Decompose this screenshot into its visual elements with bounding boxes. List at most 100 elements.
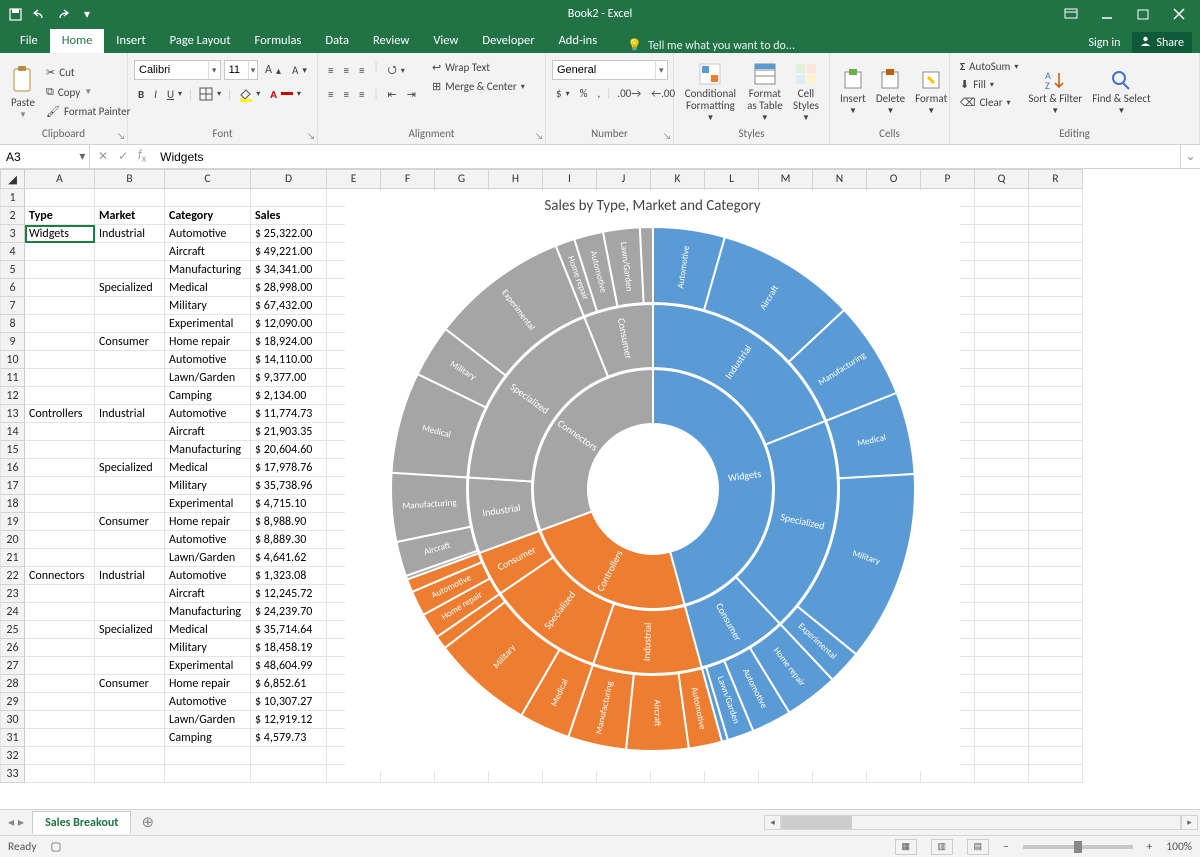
minimize-icon[interactable]: [1100, 7, 1114, 21]
cell-D12[interactable]: $ 2,134.00: [251, 387, 327, 405]
copy-button[interactable]: ⧉Copy▼: [42, 84, 134, 100]
cell-C31[interactable]: Camping: [165, 729, 251, 747]
cell-A6[interactable]: [25, 279, 95, 297]
align-top-icon[interactable]: ≡: [324, 60, 337, 81]
cell-B31[interactable]: [95, 729, 165, 747]
ribbon-tab-data[interactable]: Data: [313, 29, 361, 53]
normal-view-icon[interactable]: ▦: [895, 839, 917, 855]
cell-B2[interactable]: Market: [95, 207, 165, 225]
row-header[interactable]: 30: [1, 711, 25, 729]
cell-Q6[interactable]: [975, 279, 1029, 297]
decrease-indent-icon[interactable]: ⇤: [384, 87, 401, 102]
cell-C26[interactable]: Military: [165, 639, 251, 657]
row-header[interactable]: 6: [1, 279, 25, 297]
cell-R2[interactable]: [1029, 207, 1083, 225]
zoom-in-button[interactable]: +: [1147, 840, 1153, 854]
cell-B13[interactable]: Industrial: [95, 405, 165, 423]
cell-R3[interactable]: [1029, 225, 1083, 243]
fx-icon[interactable]: fx: [138, 148, 146, 164]
cell-C19[interactable]: Home repair: [165, 513, 251, 531]
cell-B21[interactable]: [95, 549, 165, 567]
cell-Q18[interactable]: [975, 495, 1029, 513]
cell-Q13[interactable]: [975, 405, 1029, 423]
cell-Q20[interactable]: [975, 531, 1029, 549]
cell-A29[interactable]: [25, 693, 95, 711]
cell-C10[interactable]: Automotive: [165, 351, 251, 369]
number-format-combo[interactable]: ▾: [552, 60, 668, 80]
cell-A18[interactable]: [25, 495, 95, 513]
col-header-D[interactable]: D: [251, 170, 327, 189]
cell-B4[interactable]: [95, 243, 165, 261]
increase-decimal-icon[interactable]: .00→: [613, 86, 645, 101]
cell-A22[interactable]: Connectors: [25, 567, 95, 585]
zoom-slider[interactable]: [1023, 845, 1133, 849]
cell-C32[interactable]: [165, 747, 251, 765]
cell-D1[interactable]: [251, 189, 327, 207]
cell-D23[interactable]: $ 12,245.72: [251, 585, 327, 603]
dialog-launcher-icon[interactable]: ↘: [535, 131, 543, 142]
cell-B28[interactable]: Consumer: [95, 675, 165, 693]
enter-formula-icon[interactable]: ✓: [118, 149, 128, 164]
cell-Q22[interactable]: [975, 567, 1029, 585]
cell-Q15[interactable]: [975, 441, 1029, 459]
col-header-M[interactable]: M: [759, 170, 813, 189]
cell-A25[interactable]: [25, 621, 95, 639]
cell-D24[interactable]: $ 24,239.70: [251, 603, 327, 621]
align-bottom-icon[interactable]: ≡: [355, 60, 368, 81]
cell-B22[interactable]: Industrial: [95, 567, 165, 585]
ribbon-tab-home[interactable]: Home: [50, 29, 105, 53]
cell-A30[interactable]: [25, 711, 95, 729]
cell-R29[interactable]: [1029, 693, 1083, 711]
cell-C27[interactable]: Experimental: [165, 657, 251, 675]
tell-me-search[interactable]: 💡Tell me what you want to do...: [627, 38, 795, 53]
cell-D3[interactable]: $ 25,322.00: [251, 225, 327, 243]
cell-D8[interactable]: $ 12,090.00: [251, 315, 327, 333]
cell-B32[interactable]: [95, 747, 165, 765]
cell-B3[interactable]: Industrial: [95, 225, 165, 243]
row-header[interactable]: 17: [1, 477, 25, 495]
col-header-O[interactable]: O: [867, 170, 921, 189]
cell-C20[interactable]: Automotive: [165, 531, 251, 549]
col-header-N[interactable]: N: [813, 170, 867, 189]
cell-A27[interactable]: [25, 657, 95, 675]
cell-C6[interactable]: Medical: [165, 279, 251, 297]
cell-B30[interactable]: [95, 711, 165, 729]
cell-R21[interactable]: [1029, 549, 1083, 567]
row-header[interactable]: 19: [1, 513, 25, 531]
fill-button[interactable]: ⬇Fill▾: [956, 77, 1022, 92]
cell-A11[interactable]: [25, 369, 95, 387]
dialog-launcher-icon[interactable]: ↘: [117, 131, 125, 142]
cell-A20[interactable]: [25, 531, 95, 549]
sort-filter-button[interactable]: AZSort & Filter▼: [1024, 57, 1086, 127]
cell-Q29[interactable]: [975, 693, 1029, 711]
row-header[interactable]: 2: [1, 207, 25, 225]
merge-center-button[interactable]: ⊞Merge & Center▾: [428, 79, 529, 94]
sunburst-chart[interactable]: Sales by Type, Market and Category Widge…: [345, 191, 960, 771]
align-middle-icon[interactable]: ≡: [339, 60, 352, 81]
cut-button[interactable]: ✂Cut: [42, 65, 134, 80]
cell-A7[interactable]: [25, 297, 95, 315]
increase-font-icon[interactable]: A▴: [261, 60, 285, 80]
paste-button[interactable]: Paste ▼: [6, 57, 40, 127]
cell-Q17[interactable]: [975, 477, 1029, 495]
row-header[interactable]: 5: [1, 261, 25, 279]
cell-A16[interactable]: [25, 459, 95, 477]
page-layout-view-icon[interactable]: ▥: [931, 839, 953, 855]
cell-D6[interactable]: $ 28,998.00: [251, 279, 327, 297]
cell-D21[interactable]: $ 4,641.62: [251, 549, 327, 567]
row-header[interactable]: 32: [1, 747, 25, 765]
cell-Q14[interactable]: [975, 423, 1029, 441]
cell-B9[interactable]: Consumer: [95, 333, 165, 351]
cell-C28[interactable]: Home repair: [165, 675, 251, 693]
cell-B17[interactable]: [95, 477, 165, 495]
cell-C23[interactable]: Aircraft: [165, 585, 251, 603]
tab-scroll-right-icon[interactable]: ▸: [18, 815, 24, 830]
name-box[interactable]: ▾: [0, 145, 90, 168]
cell-R20[interactable]: [1029, 531, 1083, 549]
cell-D4[interactable]: $ 49,221.00: [251, 243, 327, 261]
cell-R32[interactable]: [1029, 747, 1083, 765]
cell-A26[interactable]: [25, 639, 95, 657]
cell-Q27[interactable]: [975, 657, 1029, 675]
cell-A10[interactable]: [25, 351, 95, 369]
cell-B11[interactable]: [95, 369, 165, 387]
